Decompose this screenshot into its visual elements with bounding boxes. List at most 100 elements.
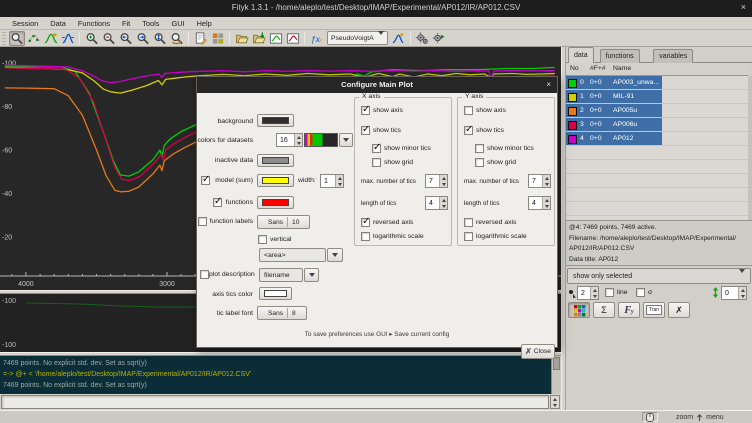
point-size-spinner[interactable]: 2 [577, 286, 599, 300]
table-scrollbar[interactable] [748, 76, 752, 220]
output-console[interactable]: 7469 points. No explicit std. dev. Set a… [0, 356, 561, 394]
function-type-combo[interactable]: PseudoVoigtA [327, 31, 388, 45]
shift-spinner[interactable]: 0 [721, 286, 747, 300]
table-row[interactable]: 00+0AP003_unwa... [566, 76, 748, 90]
delete-button[interactable]: ✗ [668, 302, 690, 318]
dataset-color-swatch[interactable] [568, 135, 577, 144]
vertical-checkbox[interactable] [258, 235, 267, 244]
dataset-palette-dropdown[interactable] [339, 133, 353, 147]
dialog-close-icon[interactable]: × [546, 80, 551, 89]
plot-description-dropdown[interactable] [304, 268, 319, 282]
history-up-icon[interactable] [553, 398, 557, 401]
menu-session[interactable]: Session [6, 17, 44, 30]
table-row[interactable]: 20+0AP005u [566, 104, 748, 118]
toolbar-grip[interactable] [2, 32, 6, 45]
data-range-mode-icon[interactable] [26, 31, 42, 46]
dataset-palette-preview[interactable] [304, 133, 338, 147]
line-checkbox[interactable] [605, 288, 614, 297]
dialog-close-button[interactable]: ✗ Close [521, 344, 555, 359]
edit-function-button[interactable]: Fy [618, 302, 640, 318]
column-header-F[interactable]: #F+# [590, 65, 606, 72]
auto-add-peak-icon[interactable] [390, 31, 406, 46]
label-content-dropdown[interactable] [327, 248, 343, 262]
menu-help[interactable]: Help [191, 17, 218, 30]
dataset-color-swatch[interactable] [568, 121, 577, 130]
zoom-mode-icon[interactable] [9, 31, 25, 46]
save-session-icon[interactable] [285, 31, 301, 46]
x-axis-show-tics-checkbox[interactable] [361, 126, 370, 135]
tab-functions[interactable]: functions [600, 49, 640, 63]
drag-peak-mode-icon[interactable] [60, 31, 76, 46]
zoom-in-icon[interactable] [84, 31, 100, 46]
menu-data[interactable]: Data [44, 17, 72, 30]
functions-checkbox[interactable] [213, 198, 222, 207]
function-labels-checkbox[interactable] [198, 217, 207, 226]
history-down-icon[interactable] [553, 404, 557, 407]
inactive-data-color-button[interactable] [257, 154, 294, 167]
menu-functions[interactable]: Functions [72, 17, 116, 30]
table-row[interactable]: 30+0AP006u [566, 118, 748, 132]
table-row[interactable]: 10+0MIL-91 [566, 90, 748, 104]
session-log-icon[interactable] [210, 31, 226, 46]
fit-settings-icon[interactable] [431, 31, 447, 46]
functions-color-button[interactable] [257, 196, 294, 209]
console-scrollbar-thumb[interactable] [553, 357, 560, 370]
dataset-color-swatch[interactable] [568, 107, 577, 116]
y-axis-show-minor-tics-checkbox[interactable] [475, 144, 484, 153]
label-font-button[interactable]: Sans 10 [257, 215, 310, 229]
column-header-No[interactable]: No [570, 65, 579, 72]
dataset-color-swatch[interactable] [568, 93, 577, 102]
plot-description-checkbox[interactable] [200, 270, 209, 279]
column-header-Name[interactable]: Name [613, 65, 631, 72]
tic-font-button[interactable]: Sans 8 [257, 306, 307, 320]
zoom-previous-icon[interactable] [169, 31, 185, 46]
sigma-checkbox[interactable] [636, 288, 645, 297]
save-plot-image-icon[interactable] [268, 31, 284, 46]
x-axis-show-axis-checkbox[interactable] [361, 106, 370, 115]
plot-description-combo[interactable]: filename [259, 268, 303, 282]
load-data-icon[interactable] [251, 31, 267, 46]
background-color-button[interactable] [257, 114, 294, 127]
tab-variables[interactable]: variables [653, 49, 693, 63]
define-function-icon[interactable]: ƒx [309, 31, 325, 46]
zoom-right-icon[interactable] [135, 31, 151, 46]
tab-data[interactable]: data [568, 47, 594, 63]
y-axis-show-grid-checkbox[interactable] [475, 158, 484, 167]
edit-script-icon[interactable] [193, 31, 209, 46]
x-axis-reversed-axis-checkbox[interactable] [361, 218, 370, 227]
axis-tics-color-button[interactable] [259, 287, 292, 300]
console-scrollbar[interactable] [551, 356, 561, 394]
menu-tools[interactable]: Tools [136, 17, 165, 30]
dataset-color-swatch[interactable] [568, 79, 577, 88]
run-fit-icon[interactable] [414, 31, 430, 46]
transform-data-button[interactable]: Tran [643, 302, 665, 318]
open-session-icon[interactable] [234, 31, 250, 46]
x-axis-logarithmic-scale-checkbox[interactable] [361, 232, 370, 241]
y-axis-length-of-tics-spinner[interactable]: 4 [528, 196, 551, 210]
model-checkbox[interactable] [201, 176, 210, 185]
data-table[interactable]: 00+0AP003_unwa...10+0MIL-9120+0AP005u30+… [566, 76, 748, 220]
x-axis-show-grid-checkbox[interactable] [372, 158, 381, 167]
y-axis-logarithmic-scale-checkbox[interactable] [464, 232, 473, 241]
model-color-button[interactable] [257, 174, 294, 187]
menu-gui[interactable]: GUI [165, 17, 190, 30]
zoom-left-icon[interactable] [118, 31, 134, 46]
y-axis-max--number-of-tics-spinner[interactable]: 7 [528, 174, 551, 188]
command-input[interactable] [1, 395, 549, 409]
dataset-colors-count-spinner[interactable]: 16 [276, 133, 303, 147]
x-axis-max--number-of-tics-spinner[interactable]: 7 [425, 174, 448, 188]
y-axis-show-tics-checkbox[interactable] [464, 126, 473, 135]
zoom-out-icon[interactable] [101, 31, 117, 46]
y-axis-reversed-axis-checkbox[interactable] [464, 218, 473, 227]
menu-fit[interactable]: Fit [116, 17, 136, 30]
dialog-titlebar[interactable]: Configure Main Plot × [197, 77, 557, 93]
x-axis-length-of-tics-spinner[interactable]: 4 [425, 196, 448, 210]
show-filter-dropdown[interactable]: show only selected [567, 268, 751, 284]
command-history-spinner[interactable] [550, 395, 560, 409]
add-peak-mode-icon[interactable] [43, 31, 59, 46]
dataset-colors-button[interactable] [568, 302, 590, 318]
model-width-spinner[interactable]: 1 [320, 174, 344, 188]
x-axis-show-minor-tics-checkbox[interactable] [372, 144, 381, 153]
table-row[interactable]: 40+0AP012 [566, 132, 748, 146]
y-axis-show-axis-checkbox[interactable] [464, 106, 473, 115]
